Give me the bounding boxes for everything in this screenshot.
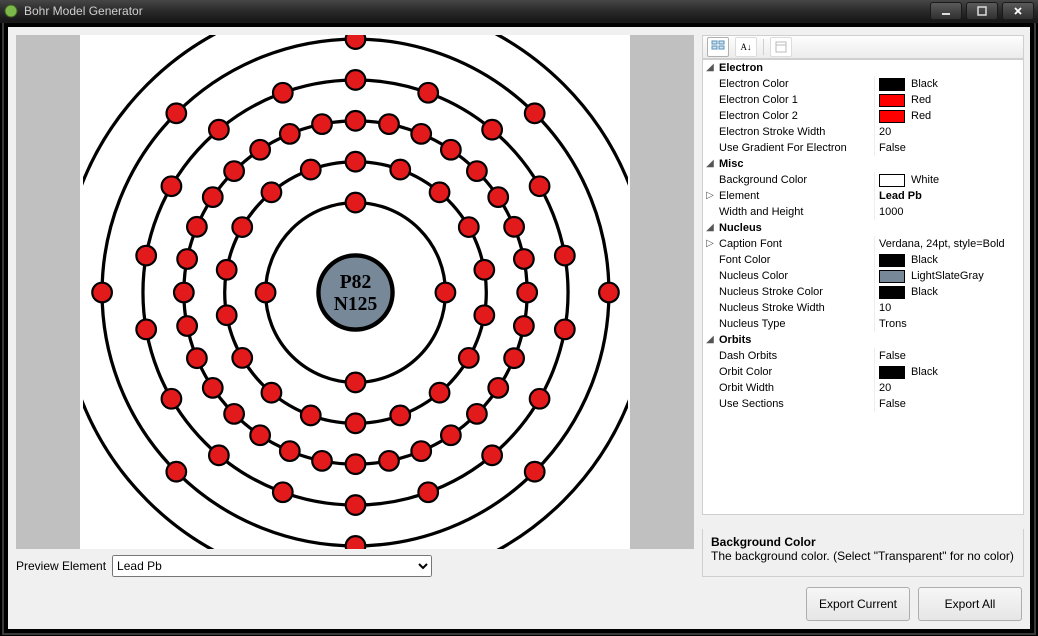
preview-pane: P82N125 Preview Element Lead Pb: [8, 27, 702, 585]
prop-value: 20: [879, 380, 891, 396]
collapse-icon[interactable]: ◢: [703, 60, 717, 76]
collapse-icon[interactable]: ◢: [703, 332, 717, 348]
prop-value: Trons: [879, 316, 907, 332]
propgrid-row[interactable]: Electron Stroke Width20: [703, 124, 1023, 140]
propgrid-row[interactable]: Nucleus Stroke Color Black: [703, 284, 1023, 300]
prop-value: Verdana, 24pt, style=Bold: [879, 236, 1005, 252]
preview-canvas: P82N125: [16, 35, 694, 549]
prop-name: Element: [717, 188, 875, 204]
prop-name: Electron Color 2: [717, 108, 875, 124]
preview-element-select[interactable]: Lead Pb: [112, 555, 432, 577]
collapse-icon[interactable]: ◢: [703, 220, 717, 236]
category-label: Electron: [717, 60, 763, 76]
description-title: Background Color: [711, 535, 1015, 549]
propgrid-row[interactable]: ▷ElementLead Pb: [703, 188, 1023, 204]
svg-text:P82: P82: [339, 272, 371, 293]
color-swatch: [879, 78, 905, 91]
prop-value: Red: [911, 92, 931, 108]
color-swatch: [879, 366, 905, 379]
window-titlebar: Bohr Model Generator: [0, 0, 1038, 23]
category-label: Orbits: [717, 332, 751, 348]
prop-name: Dash Orbits: [717, 348, 875, 364]
close-button[interactable]: [1002, 2, 1034, 20]
propgrid-row[interactable]: Nucleus TypeTrons: [703, 316, 1023, 332]
color-swatch: [879, 286, 905, 299]
propgrid-row[interactable]: Electron Color Black: [703, 76, 1023, 92]
propgrid-row[interactable]: Orbit Width20: [703, 380, 1023, 396]
propgrid-toolbar: A↓: [702, 35, 1024, 59]
prop-name: Use Gradient For Electron: [717, 140, 875, 156]
prop-value: LightSlateGray: [911, 268, 984, 284]
prop-value: 1000: [879, 204, 903, 220]
prop-value: False: [879, 348, 906, 364]
prop-value: 20: [879, 124, 891, 140]
description-text: The background color. (Select "Transpare…: [711, 549, 1015, 563]
alphabetical-view-button[interactable]: A↓: [735, 37, 757, 57]
export-all-button[interactable]: Export All: [918, 587, 1022, 621]
export-current-button[interactable]: Export Current: [806, 587, 910, 621]
prop-name: Nucleus Stroke Width: [717, 300, 875, 316]
prop-name: Nucleus Stroke Color: [717, 284, 875, 300]
propgrid-row[interactable]: Electron Color 2 Red: [703, 108, 1023, 124]
minimize-button[interactable]: [930, 2, 962, 20]
propgrid-row[interactable]: Orbit Color Black: [703, 364, 1023, 380]
prop-name: Electron Color: [717, 76, 875, 92]
category-label: Nucleus: [717, 220, 762, 236]
prop-name: Nucleus Type: [717, 316, 875, 332]
color-swatch: [879, 174, 905, 187]
maximize-button[interactable]: [966, 2, 998, 20]
color-swatch: [879, 270, 905, 283]
propgrid-row[interactable]: Use Gradient For ElectronFalse: [703, 140, 1023, 156]
prop-value: False: [879, 140, 906, 156]
property-grid[interactable]: ◢ElectronElectron ColorBlackElectron Col…: [702, 59, 1024, 515]
property-pages-button[interactable]: [770, 37, 792, 57]
prop-name: Caption Font: [717, 236, 875, 252]
preview-element-label: Preview Element: [16, 559, 106, 573]
prop-name: Background Color: [717, 172, 875, 188]
propgrid-row[interactable]: Width and Height1000: [703, 204, 1023, 220]
prop-name: Orbit Color: [717, 364, 875, 380]
prop-value: Lead Pb: [879, 188, 922, 204]
prop-name: Width and Height: [717, 204, 875, 220]
propgrid-row[interactable]: Font Color Black: [703, 252, 1023, 268]
prop-value: White: [911, 172, 939, 188]
svg-text:N125: N125: [333, 293, 377, 314]
propgrid-category[interactable]: ◢Electron: [703, 60, 1023, 76]
prop-value: Black: [911, 252, 938, 268]
propgrid-category[interactable]: ◢Misc: [703, 156, 1023, 172]
color-swatch: [879, 94, 905, 107]
prop-value: False: [879, 396, 906, 412]
propgrid-row[interactable]: Nucleus Color LightSlateGray: [703, 268, 1023, 284]
bohr-diagram: P82N125: [83, 35, 628, 549]
propgrid-row[interactable]: ▷Caption FontVerdana, 24pt, style=Bold: [703, 236, 1023, 252]
color-swatch: [879, 254, 905, 267]
prop-name: Font Color: [717, 252, 875, 268]
propgrid-row[interactable]: Background Color White: [703, 172, 1023, 188]
window-title: Bohr Model Generator: [24, 4, 143, 18]
category-label: Misc: [717, 156, 743, 172]
propgrid-row[interactable]: Nucleus Stroke Width10: [703, 300, 1023, 316]
app-icon: [4, 4, 18, 18]
prop-value: Black: [911, 284, 938, 300]
collapse-icon[interactable]: ◢: [703, 156, 717, 172]
propgrid-row[interactable]: Dash OrbitsFalse: [703, 348, 1023, 364]
prop-value: Black: [911, 76, 938, 92]
prop-value: 10: [879, 300, 891, 316]
color-swatch: [879, 110, 905, 123]
categorized-view-button[interactable]: [707, 37, 729, 57]
propgrid-category[interactable]: ◢Orbits: [703, 332, 1023, 348]
toolbar-divider: [763, 39, 764, 55]
prop-value: Red: [911, 108, 931, 124]
propgrid-row[interactable]: Use SectionsFalse: [703, 396, 1023, 412]
prop-value: Black: [911, 364, 938, 380]
prop-name: Electron Color 1: [717, 92, 875, 108]
prop-name: Nucleus Color: [717, 268, 875, 284]
property-description: Background Color The background color. (…: [702, 529, 1024, 577]
prop-name: Use Sections: [717, 396, 875, 412]
prop-name: Orbit Width: [717, 380, 875, 396]
propgrid-row[interactable]: Electron Color 1 Red: [703, 92, 1023, 108]
propgrid-category[interactable]: ◢Nucleus: [703, 220, 1023, 236]
prop-name: Electron Stroke Width: [717, 124, 875, 140]
